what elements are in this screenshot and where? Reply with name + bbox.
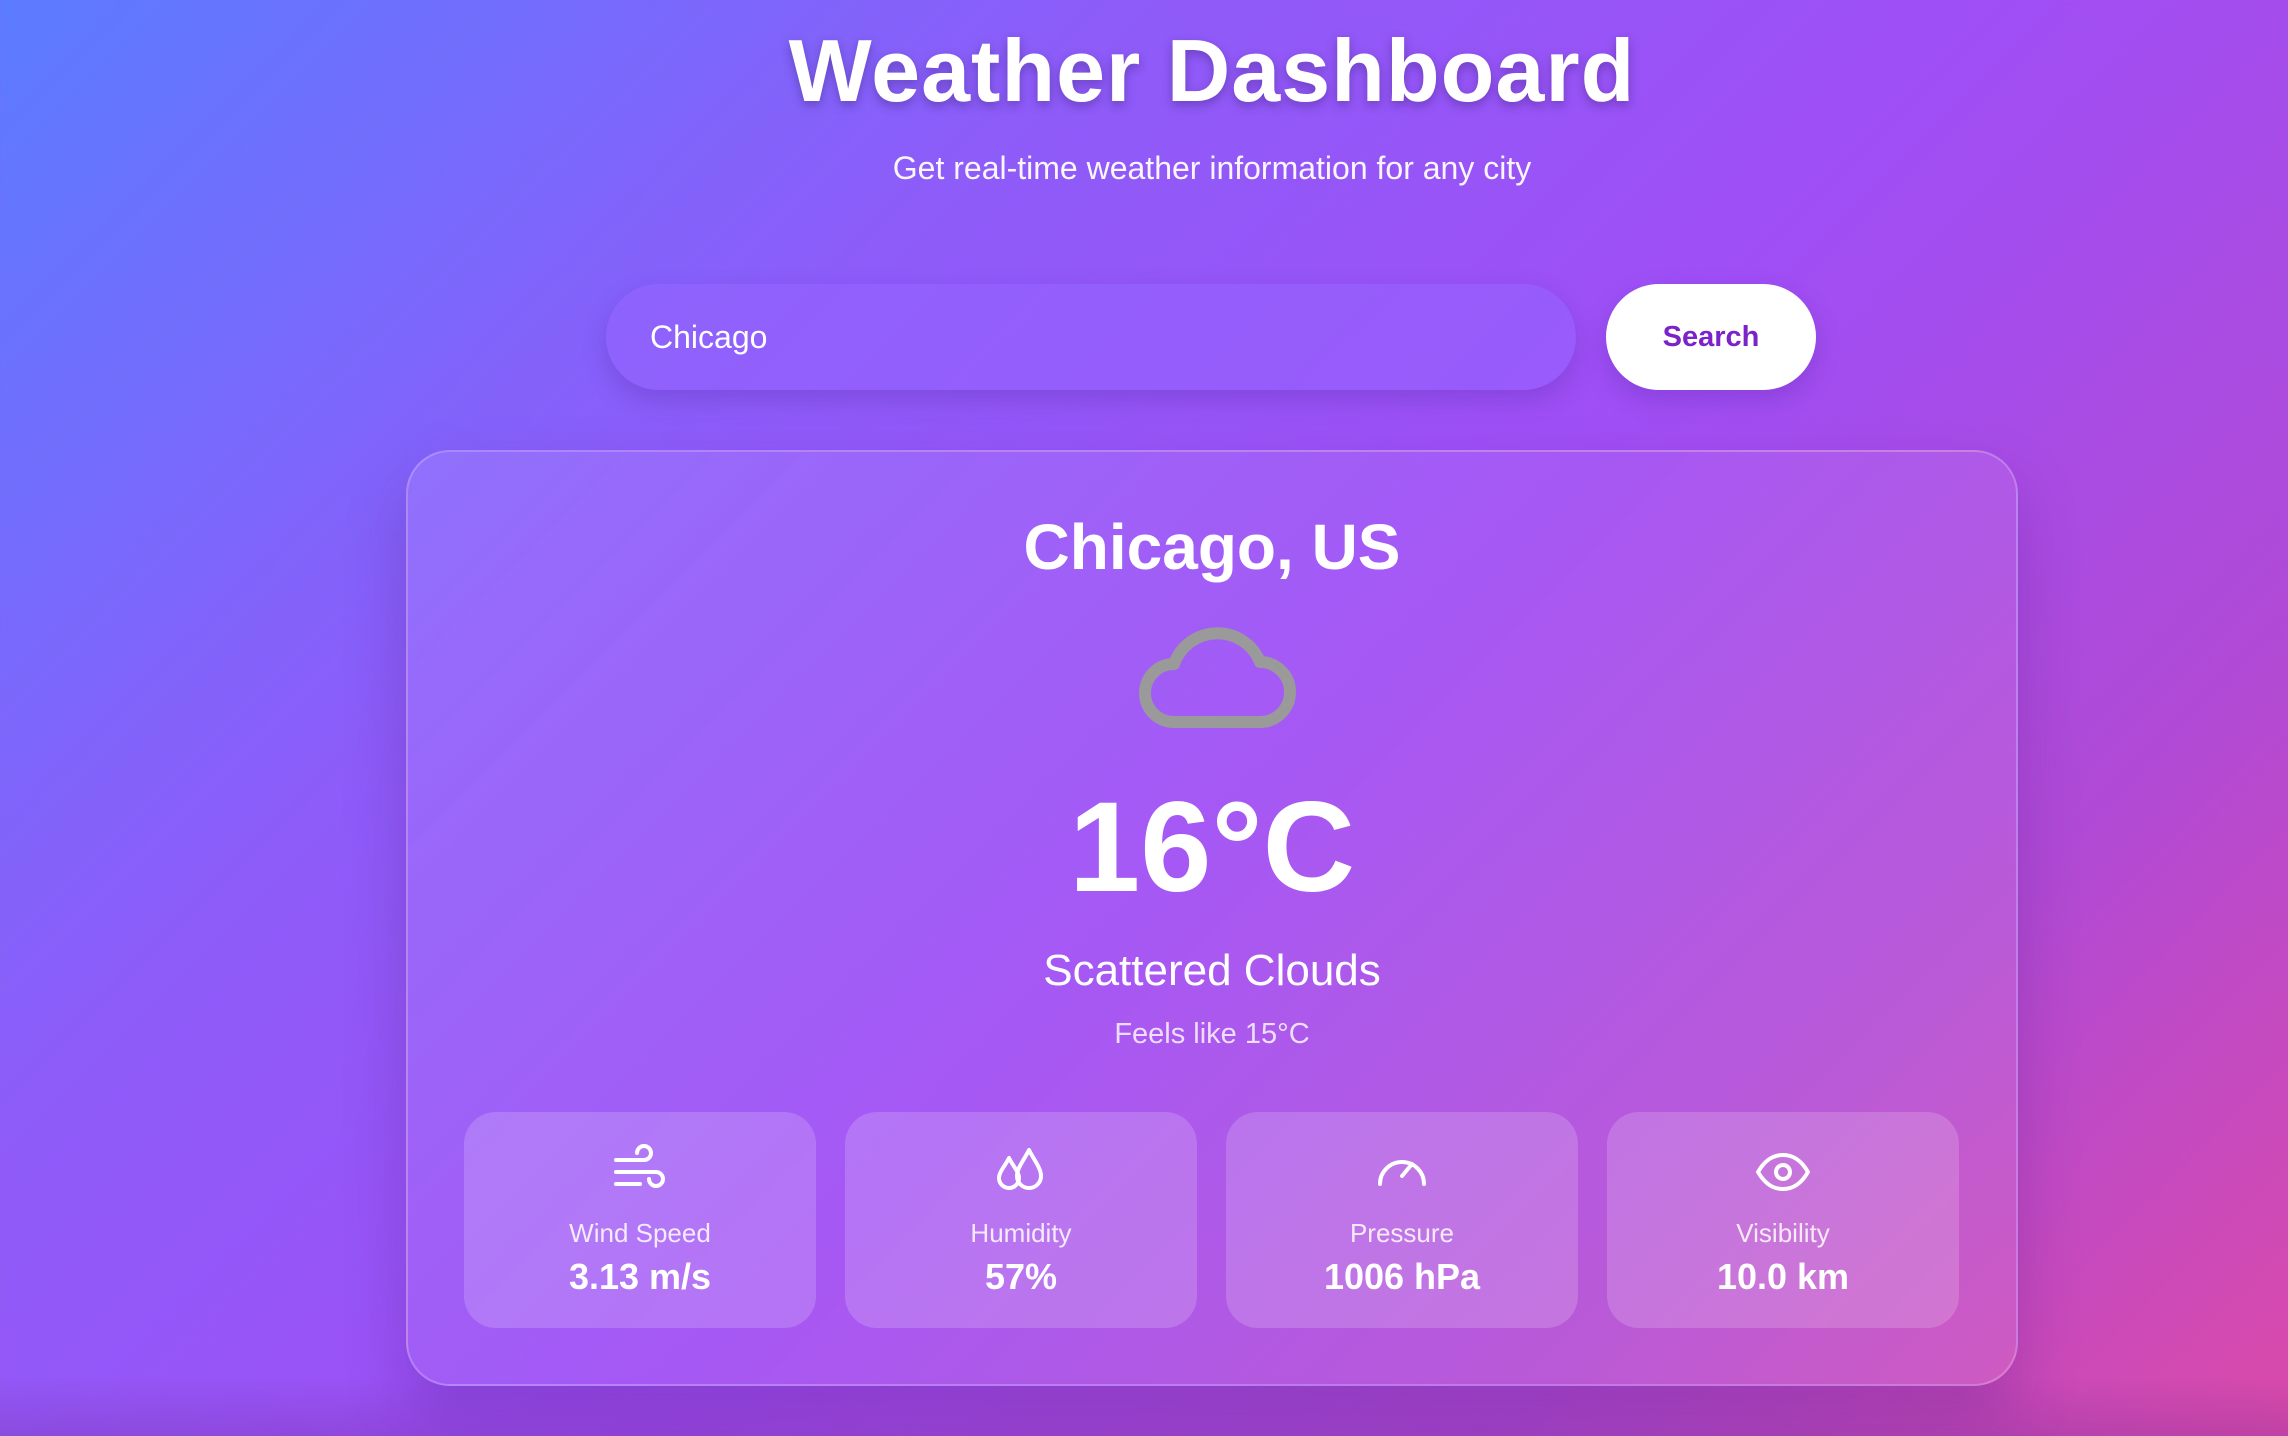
city-search-input[interactable] — [606, 284, 1576, 390]
stat-value: 10.0 km — [1716, 1256, 1850, 1297]
stat-tile-pressure: Pressure 1006 hPa — [1226, 1112, 1578, 1328]
pressure-gauge-icon — [1378, 1160, 1426, 1186]
stat-tile-visibility: Visibility 10.0 km — [1607, 1112, 1959, 1328]
weather-condition: Scattered Clouds — [1043, 946, 1381, 995]
stat-tile-wind-speed: Wind Speed 3.13 m/s — [464, 1112, 816, 1328]
stat-label: Pressure — [1349, 1218, 1455, 1248]
stat-value: 1006 hPa — [1323, 1256, 1481, 1297]
search-button[interactable]: Search — [1606, 284, 1816, 390]
stat-label: Wind Speed — [569, 1218, 711, 1248]
eye-icon — [1756, 1153, 1810, 1191]
cloud-icon — [1139, 627, 1296, 728]
stat-value: 3.13 m/s — [568, 1256, 712, 1297]
page-subtitle: Get real-time weather information for an… — [892, 150, 1532, 186]
temperature-value: 16°C — [1069, 776, 1355, 919]
stat-tile-humidity: Humidity 57% — [845, 1112, 1197, 1328]
stat-label: Visibility — [1736, 1218, 1830, 1248]
humidity-icon — [997, 1148, 1043, 1190]
page-title: Weather Dashboard — [788, 21, 1636, 120]
stat-label: Humidity — [970, 1218, 1072, 1248]
weather-card: Chicago, US 16°C Scattered Clouds Feels … — [406, 450, 2018, 1386]
city-name: Chicago, US — [1023, 511, 1401, 583]
feels-like-text: Feels like 15°C — [1114, 1018, 1310, 1050]
stat-value: 57% — [984, 1256, 1058, 1297]
wind-icon — [614, 1144, 665, 1188]
